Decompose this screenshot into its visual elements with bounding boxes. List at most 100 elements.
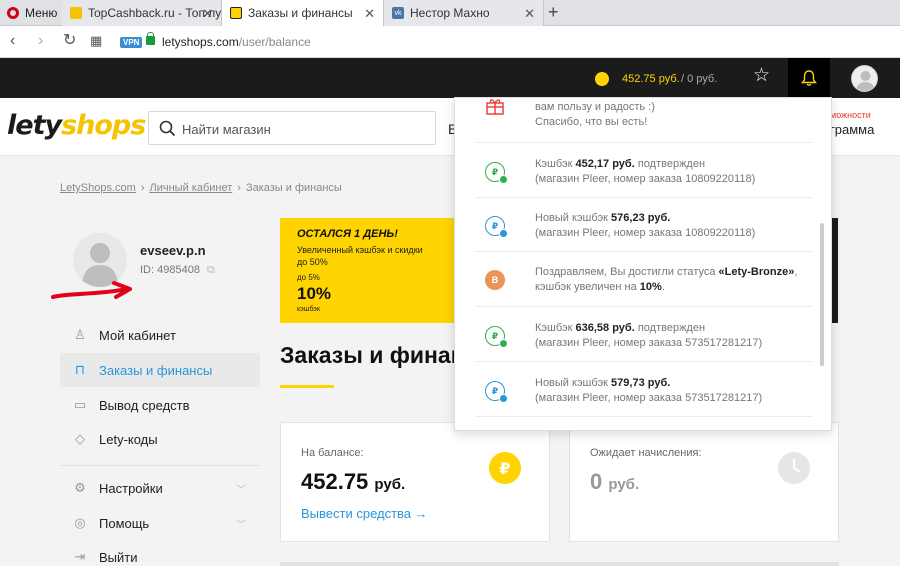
notifications-button[interactable] [788, 58, 830, 98]
notification-text: Новый кэшбэк 576,23 руб. (магазин Pleer,… [535, 211, 805, 241]
notification-prefix: Новый кэшбэк [535, 377, 612, 389]
sidebar-item-settings[interactable]: ⚙ Настройки ﹀ [60, 471, 260, 505]
notifications-dropdown: вам пользу и радость :) Спасибо, что вы … [454, 97, 832, 431]
notification-prefix: Поздравляем, Вы достигли статуса [535, 266, 719, 278]
sidebar-item-withdraw[interactable]: ▭ Вывод средств [60, 388, 260, 422]
profile-avatar[interactable] [73, 233, 127, 287]
letyshops-logo[interactable]: letyshops [7, 110, 146, 141]
secure-lock-icon[interactable] [146, 32, 155, 45]
notification-detail: (магазин Pleer, номер заказа 10809220118… [535, 227, 756, 239]
notifications-scrollbar[interactable] [820, 223, 824, 366]
user-id-value: ID: 4985408 [140, 264, 200, 276]
sidebar-item-lety-codes[interactable]: ◇ Lety-коды [60, 422, 260, 456]
tag-icon: ◇ [75, 431, 85, 446]
new-tab-button[interactable]: + [548, 2, 559, 23]
notification-item[interactable]: ₽ Новый кэшбэк 576,23 руб. (магазин Plee… [475, 198, 812, 252]
topbar-pending[interactable]: / 0 руб. [681, 73, 717, 85]
promo-banner[interactable]: ОСТАЛСЯ 1 ДЕНЬ! Увеличенный кэшбэк и ски… [280, 218, 460, 323]
browser-menu-button[interactable]: Меню [0, 0, 62, 26]
bronze-medal-icon: B [485, 270, 505, 290]
logo-part-shops: shops [61, 110, 146, 141]
store-search-input[interactable]: Найти магазин [148, 111, 436, 145]
tab-nestor-makhno[interactable]: vk Нестор Махно ✕ [384, 0, 544, 26]
title-underline [280, 385, 334, 388]
ruble-circle-icon: ₽ [485, 216, 508, 238]
balance-card: На балансе: 452.75 руб. Вывести средства… [280, 422, 550, 542]
withdraw-funds-link[interactable]: Вывести средства → [301, 506, 428, 521]
user-avatar-menu[interactable] [851, 65, 878, 92]
coin-icon [595, 72, 609, 86]
notification-amount: 579,73 руб. [611, 377, 671, 389]
search-icon [159, 120, 176, 137]
breadcrumb-separator: › [237, 182, 241, 194]
tab-close-icon[interactable]: ✕ [524, 6, 535, 22]
notification-percent: 10% [639, 281, 662, 293]
ruble-circle-icon: ₽ [485, 162, 508, 184]
notification-suffix: . [661, 281, 665, 293]
topbar-balance[interactable]: 452.75 руб. [622, 73, 680, 85]
speed-dial-grid-icon[interactable]: ▦ [90, 33, 102, 49]
chevron-down-icon[interactable]: ﹀ [236, 516, 246, 531]
header-promo-partial-top[interactable]: можности [830, 110, 871, 120]
sidebar-item-label: Настройки [99, 480, 163, 496]
notification-item[interactable]: B Поздравляем, Вы достигли статуса «Lety… [475, 252, 812, 307]
tab-close-icon[interactable]: ✕ [202, 6, 213, 22]
sidebar-item-my-cabinet[interactable]: ♙ Мой кабинет [60, 318, 260, 352]
notification-line: Кэшбэк 452,17 руб. подтвержден [535, 157, 805, 172]
reload-icon[interactable]: ↻ [63, 33, 76, 49]
notification-detail: (магазин Pleer, номер заказа 10809220118… [535, 173, 756, 185]
sidebar-item-label: Мой кабинет [99, 327, 176, 343]
vk-favicon-icon: vk [392, 7, 404, 19]
forward-arrow-icon[interactable]: › [38, 33, 43, 49]
promo-up-to: до 5% [297, 273, 320, 282]
sidebar-divider [60, 465, 260, 466]
balance-label: На балансе: [301, 447, 364, 459]
notification-line: Новый кэшбэк 579,73 руб. [535, 376, 805, 391]
logo-part-lety: lety [7, 110, 62, 141]
header-promo-partial-bottom[interactable]: грамма [830, 122, 874, 137]
breadcrumb-cabinet-link[interactable]: Личный кабинет [150, 182, 233, 194]
back-arrow-icon[interactable]: ‹ [10, 33, 15, 49]
breadcrumb-separator: › [140, 182, 145, 194]
notification-amount: 636,58 руб. [575, 322, 635, 334]
opera-logo-icon [7, 7, 19, 19]
tab-orders-finances[interactable]: Заказы и финансы ✕ [222, 0, 384, 26]
notification-item[interactable]: ₽ Кэшбэк 636,58 руб. подтвержден (магази… [475, 307, 812, 362]
pending-label: Ожидает начисления: [590, 447, 702, 459]
pending-amount: 0 руб. [590, 469, 639, 495]
sidebar-item-logout[interactable]: ⇥ Выйти [60, 540, 260, 566]
vpn-badge[interactable]: VPN [120, 37, 143, 48]
notification-item[interactable]: ₽ Новый кэшбэк 579,73 руб. (магазин Plee… [475, 362, 812, 417]
notification-item[interactable]: ₽ Кэшбэк 452,17 руб. подтвержден (магази… [475, 143, 812, 198]
tab-topcashback[interactable]: TopCashback.ru - Топ луч ✕ [62, 0, 222, 26]
balance-amount: 452.75 руб. [301, 469, 405, 495]
search-placeholder: Найти магазин [182, 122, 271, 137]
url-field[interactable]: letyshops.com/user/balance [162, 35, 311, 49]
clock-icon [778, 452, 810, 484]
copy-id-icon[interactable]: ⧉ [207, 264, 215, 276]
notification-item[interactable]: вам пользу и радость :) Спасибо, что вы … [475, 98, 812, 143]
notification-amount: 452,17 руб. [575, 158, 635, 170]
breadcrumb: LetyShops.com › Личный кабинет › Заказы и фи… [60, 182, 342, 194]
breadcrumb-home-link[interactable]: LetyShops.com [60, 182, 136, 194]
folder-icon: ▭ [73, 397, 87, 412]
sidebar-item-orders-finances[interactable]: ⊓ Заказы и финансы [60, 353, 260, 387]
favorites-star-icon[interactable]: ☆ [753, 66, 770, 86]
balance-currency: руб. [374, 476, 406, 493]
pending-card: Ожидает начисления: 0 руб. [569, 422, 839, 542]
cashback-confirmed-icon: ₽ [485, 162, 508, 184]
notification-prefix: Кэшбэк [535, 158, 576, 170]
clock-badge-icon [499, 394, 508, 403]
sidebar-item-help[interactable]: ◎ Помощь ﹀ [60, 506, 260, 540]
page-title: Заказы и финансы [280, 342, 456, 368]
topcashback-favicon-icon [70, 7, 82, 19]
notification-amount: 576,23 руб. [611, 212, 671, 224]
gift-icon [486, 99, 504, 115]
svg-text:₽: ₽ [499, 459, 510, 478]
breadcrumb-current: Заказы и финансы [245, 182, 342, 194]
lifebuoy-icon: ◎ [74, 515, 86, 530]
user-silhouette-icon [82, 243, 118, 287]
chevron-down-icon[interactable]: ﹀ [236, 481, 246, 496]
tab-close-icon[interactable]: ✕ [364, 6, 375, 22]
notification-line: Спасибо, что вы есть! [535, 116, 648, 128]
